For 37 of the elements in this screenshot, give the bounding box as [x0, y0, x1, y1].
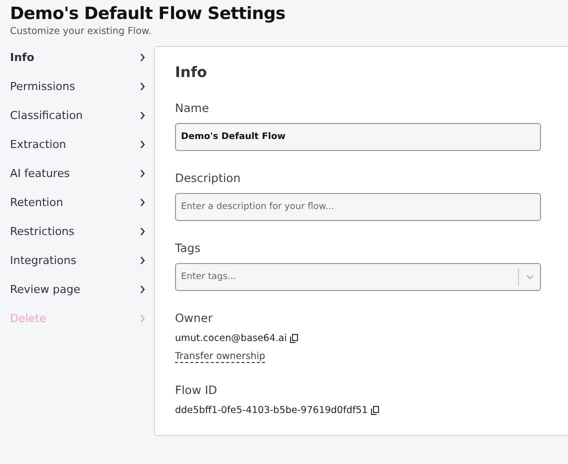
- chevron-icon: [139, 314, 146, 323]
- name-field[interactable]: Demo's Default Flow: [175, 123, 541, 151]
- chevron-icon: [139, 256, 146, 265]
- copy-icon[interactable]: [290, 334, 298, 343]
- field-label: Tags: [175, 241, 202, 255]
- sidebar-item[interactable]: Restrictions: [10, 217, 146, 246]
- chevron-icon: [139, 198, 146, 207]
- page-subtitle: Customize your existing Flow.: [10, 26, 152, 37]
- field-label: Name: [175, 101, 210, 115]
- chevron-icon: [139, 227, 146, 236]
- flow-id: dde5bff1-0fe5-4103-b5be-97619d0fdf51: [175, 405, 368, 416]
- description-field[interactable]: Enter a description for your flow...: [175, 193, 541, 221]
- page-title: Demo's Default Flow Settings: [10, 4, 286, 24]
- caret-icon: [526, 274, 534, 280]
- owner-email: umut.cocen@base64.ai: [175, 333, 287, 344]
- chevron-icon: [139, 53, 146, 62]
- sidebar-item[interactable]: Integrations: [10, 246, 146, 275]
- field-label: Owner: [175, 311, 214, 325]
- chevron-icon: [139, 169, 146, 178]
- transfer-ownership-link[interactable]: Transfer ownership: [175, 351, 266, 363]
- chevron-icon: [139, 82, 146, 91]
- sidebar-item[interactable]: AI features: [10, 159, 146, 188]
- sidebar-item[interactable]: Extraction: [10, 130, 146, 159]
- field-label: Description: [175, 171, 242, 185]
- sidebar-item[interactable]: Review page: [10, 275, 146, 304]
- sidebar-item[interactable]: Retention: [10, 188, 146, 217]
- chevron-icon: [139, 285, 146, 294]
- tags-dropdown[interactable]: Enter tags...: [175, 263, 541, 291]
- copy-icon[interactable]: [370, 406, 379, 415]
- section-title: Info: [175, 65, 208, 81]
- tags-input[interactable]: Enter tags...: [176, 272, 518, 282]
- sidebar-item[interactable]: Info: [10, 43, 146, 72]
- field-label: Flow ID: [175, 383, 218, 397]
- sidebar-item[interactable]: Permissions: [10, 72, 146, 101]
- sidebar-item[interactable]: Classification: [10, 101, 146, 130]
- chevron-icon: [139, 140, 146, 149]
- chevron-icon: [139, 111, 146, 120]
